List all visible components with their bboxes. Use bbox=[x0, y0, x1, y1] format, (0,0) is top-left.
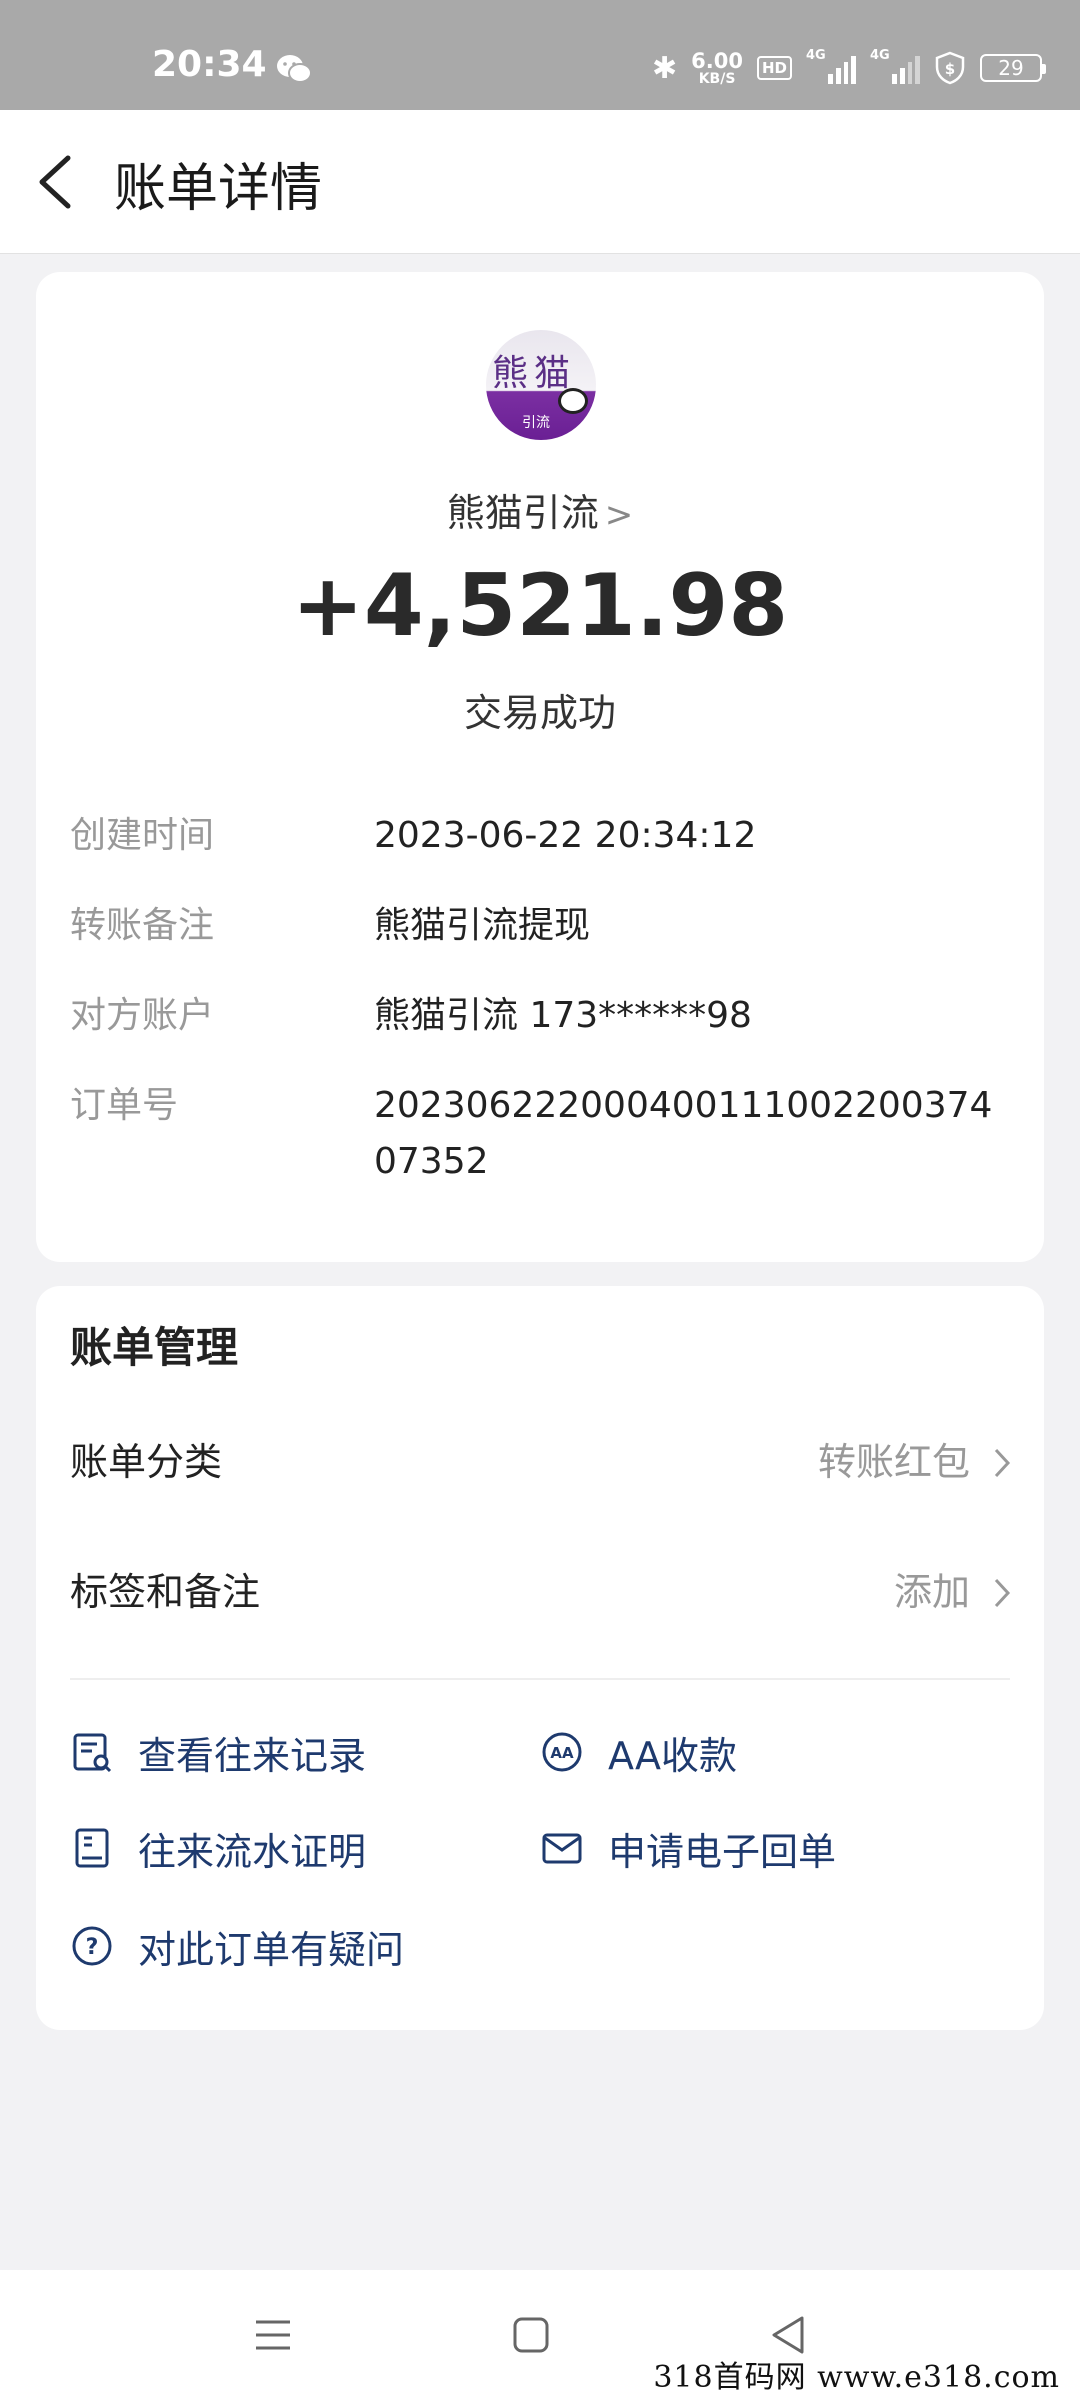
avatar-text-bottom: 引流 bbox=[522, 415, 550, 431]
wechat-icon bbox=[277, 55, 312, 83]
row-label: 账单分类 bbox=[70, 1440, 223, 1484]
detail-value: 2023-06-22 20:34:12 bbox=[374, 815, 757, 856]
detail-label: 转账备注 bbox=[70, 905, 215, 946]
detail-value: 熊猫引流 173******98 bbox=[374, 995, 752, 1036]
bill-category-row[interactable]: 账单分类 转账红包 bbox=[70, 1432, 1014, 1492]
svg-text:AA: AA bbox=[550, 1744, 574, 1762]
signal-icon: 4G bbox=[806, 48, 856, 84]
watermark: 318首码网 www.e318.com bbox=[653, 2360, 1060, 2395]
view-records-button[interactable]: 查看往来记录 bbox=[70, 1722, 366, 1782]
page-title: 账单详情 bbox=[114, 159, 323, 219]
battery-icon: 29 bbox=[980, 54, 1046, 82]
bill-management-card: 账单管理 账单分类 转账红包 标签和备注 添加 查看往来记录 AA AA收款 往… bbox=[36, 1286, 1044, 2030]
bluetooth-icon: ✱ bbox=[652, 50, 678, 86]
transaction-card: 熊猫 引流 熊猫引流 > +4,521.98 交易成功 创建时间 2023-06-… bbox=[36, 272, 1044, 1262]
shield-icon: $ bbox=[935, 51, 965, 85]
divider bbox=[70, 1678, 1010, 1680]
svg-text:$: $ bbox=[945, 60, 955, 78]
detail-value: 熊猫引流提现 bbox=[374, 905, 591, 946]
signal-label: 4G bbox=[870, 48, 890, 63]
action-label: 申请电子回单 bbox=[608, 1829, 837, 1874]
menu-icon[interactable] bbox=[248, 2310, 298, 2360]
detail-label: 对方账户 bbox=[70, 995, 215, 1036]
document-icon bbox=[75, 1828, 109, 1868]
action-label: 查看往来记录 bbox=[138, 1733, 367, 1778]
chevron-right-icon: > bbox=[604, 495, 634, 535]
action-label: 对此订单有疑问 bbox=[138, 1927, 405, 1972]
back-arrow-icon[interactable] bbox=[32, 150, 82, 214]
aa-collect-button[interactable]: AA AA收款 bbox=[540, 1722, 737, 1782]
home-icon[interactable] bbox=[506, 2310, 556, 2360]
transaction-proof-button[interactable]: 往来流水证明 bbox=[70, 1818, 366, 1878]
system-nav-bar: 318首码网 www.e318.com bbox=[0, 2270, 1080, 2400]
detail-label: 订单号 bbox=[70, 1085, 179, 1126]
aa-icon: AA bbox=[542, 1732, 582, 1772]
detail-label: 创建时间 bbox=[70, 815, 215, 856]
signal-icon: 4G bbox=[870, 48, 920, 84]
row-value: 转账红包 bbox=[817, 1440, 970, 1484]
tags-notes-row[interactable]: 标签和备注 添加 bbox=[70, 1562, 1014, 1622]
payee-avatar[interactable]: 熊猫 引流 bbox=[486, 330, 596, 440]
envelope-icon bbox=[542, 1833, 582, 1864]
e-receipt-button[interactable]: 申请电子回单 bbox=[540, 1818, 836, 1878]
status-bar: 20:34 ✱ 6.00 KB/S HD 4G 4G $ 29 bbox=[0, 0, 1080, 110]
question-icon: ? bbox=[72, 1926, 112, 1966]
row-label: 标签和备注 bbox=[70, 1570, 261, 1614]
transaction-amount: +4,521.98 bbox=[291, 556, 789, 656]
signal-label: 4G bbox=[806, 48, 826, 63]
payee-name: 熊猫引流 bbox=[446, 491, 599, 535]
speed-unit: KB/S bbox=[698, 70, 736, 87]
action-label: AA收款 bbox=[608, 1733, 738, 1778]
app-header: 账单详情 bbox=[0, 110, 1080, 254]
row-value: 添加 bbox=[893, 1570, 970, 1614]
record-icon bbox=[73, 1733, 112, 1773]
payee-link[interactable]: 熊猫引流 > bbox=[36, 482, 1044, 537]
panda-icon bbox=[558, 388, 588, 414]
hd-icon: HD bbox=[756, 56, 792, 80]
chevron-right-icon bbox=[994, 1448, 1011, 1478]
section-title: 账单管理 bbox=[70, 1323, 239, 1372]
transaction-status: 交易成功 bbox=[463, 691, 616, 735]
action-label: 往来流水证明 bbox=[138, 1829, 367, 1874]
detail-value: 20230622200040011100220037407352 bbox=[374, 1085, 993, 1182]
network-speed: 6.00 KB/S bbox=[691, 48, 743, 87]
status-time: 20:34 bbox=[152, 44, 267, 85]
status-icons: ✱ 6.00 KB/S HD 4G 4G $ 29 bbox=[652, 46, 1046, 90]
avatar-text-top: 熊猫 bbox=[492, 353, 577, 394]
speed-value: 6.00 bbox=[691, 48, 743, 73]
svg-text:?: ? bbox=[86, 1935, 99, 1960]
chevron-right-icon bbox=[994, 1578, 1011, 1608]
order-question-button[interactable]: ? 对此订单有疑问 bbox=[70, 1916, 404, 1976]
